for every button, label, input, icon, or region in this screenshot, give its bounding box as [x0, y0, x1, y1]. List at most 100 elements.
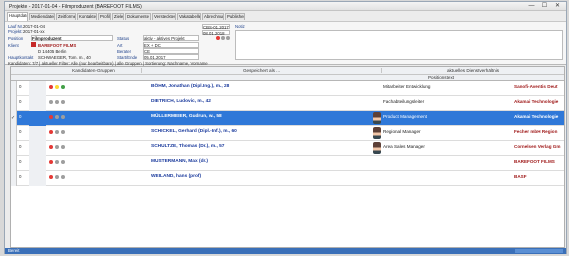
- position-text: Product Management: [383, 114, 427, 119]
- klient-label: Klient: [8, 43, 19, 48]
- tab-3[interactable]: Kontakte: [77, 13, 97, 20]
- status-cell: [29, 141, 46, 156]
- berater-label: Berater: [117, 49, 132, 54]
- klient-address: D 14405 Berlin: [38, 49, 67, 54]
- tab-4[interactable]: Profil: [98, 13, 111, 20]
- status-dot: [61, 145, 65, 149]
- hauptkontakt-label: Hauptkontakt: [8, 55, 34, 60]
- status-dot-grey: [221, 36, 225, 40]
- company-name[interactable]: BAREFOOT FILMS: [514, 159, 555, 164]
- tab-6[interactable]: Dokumente (1): [125, 13, 151, 20]
- candidate-photo: [373, 112, 381, 124]
- status-dot: [49, 145, 53, 149]
- company-name[interactable]: BASF: [514, 174, 527, 179]
- row-indicator[interactable]: [11, 171, 17, 186]
- status-dot-red: [216, 36, 220, 40]
- row-indicator[interactable]: [11, 156, 17, 171]
- status-cell: [29, 171, 46, 186]
- window-title: Projekte - 2017-01-04 - Filmproduzent (B…: [9, 4, 142, 10]
- grid-header-groups: Kandidaten-Gruppen Gespeichert als ... a…: [11, 67, 564, 75]
- position-text: Fachabteilungsleiter: [383, 99, 425, 104]
- company-name[interactable]: Akamai Technologie: [514, 99, 558, 104]
- hauptkontakt-value[interactable]: SCHWAEGER, Tom. m., 40: [38, 55, 91, 60]
- start-ende-label: Start/Ende: [117, 55, 138, 60]
- row-count: 0: [19, 174, 22, 179]
- candidate-name[interactable]: MUSTERMANN, Max (dr.): [151, 159, 208, 164]
- status-dot: [55, 115, 59, 119]
- project-header-form: Lauf Nr. 2017-01-04 Projekt: 2017-01-xx …: [5, 21, 566, 66]
- art-label: Art: [117, 43, 123, 48]
- table-row[interactable]: 0 DIETRICH, Ludovic, m., 42 Fachabteilungs…: [11, 96, 564, 111]
- date-field-1[interactable]: CBS-01.2017: [202, 24, 230, 30]
- column-positionstext[interactable]: Positionstext: [381, 75, 501, 80]
- table-row[interactable]: 0 WEILAND, hans (prof) BASF: [11, 171, 564, 186]
- status-cell: [29, 126, 46, 141]
- tab-9[interactable]: Abrechnung: [202, 13, 224, 20]
- company-name[interactable]: Akamai Technologie: [514, 114, 558, 119]
- row-indicator[interactable]: [11, 81, 17, 96]
- tab-10[interactable]: Publisher: [225, 13, 245, 20]
- row-indicator[interactable]: [11, 96, 17, 111]
- column-gespeichert-als[interactable]: Gespeichert als ...: [141, 68, 381, 73]
- tab-1[interactable]: Mediendateien: [29, 13, 55, 20]
- tab-0[interactable]: Hauptdaten: [7, 12, 28, 21]
- candidate-name[interactable]: WEILAND, hans (prof): [151, 174, 201, 179]
- status-dot: [55, 130, 59, 134]
- status-dot: [61, 115, 65, 119]
- table-row[interactable]: ✓ 0 MÜLLERMEIER, Gudrun, w., 58 Product Man…: [11, 111, 564, 126]
- tab-7[interactable]: Verstecktes: [152, 13, 176, 20]
- position-field[interactable]: Filmproduzent: [31, 35, 113, 41]
- row-count: 0: [19, 129, 22, 134]
- klient-value[interactable]: BAREFOOT FILMS: [38, 43, 76, 48]
- status-dot: [49, 175, 53, 179]
- minimize-button[interactable]: —: [525, 3, 538, 10]
- status-dot: [49, 115, 53, 119]
- status-dot: [49, 160, 53, 164]
- close-button[interactable]: ✕: [551, 3, 564, 10]
- tab-8[interactable]: Vakatabellen: [177, 13, 201, 20]
- status-dot: [55, 85, 59, 89]
- position-label: Position: [8, 36, 24, 41]
- tab-5[interactable]: Ziele: [112, 13, 124, 20]
- table-row[interactable]: 0 SCHULTZE, Thomas (Dr.), m., 57 Area Sale…: [11, 141, 564, 156]
- title-bar: Projekte - 2017-01-04 - Filmproduzent (B…: [5, 2, 566, 11]
- column-aktuelles-dienstverhaeltnis[interactable]: aktuelles Dienstverhältnis: [381, 68, 564, 73]
- candidate-name[interactable]: DIETRICH, Ludovic, m., 42: [151, 99, 211, 104]
- candidate-photo: [373, 142, 381, 154]
- company-name[interactable]: Cornelsen Verlag Gm: [514, 144, 560, 149]
- maximize-button[interactable]: ☐: [538, 3, 551, 10]
- status-cell: [29, 156, 46, 171]
- candidate-name[interactable]: SCHICKEL, Gerhard (Dipl.-Inf.), m., 60: [151, 129, 237, 134]
- status-select[interactable]: aktiv - aktives Projekt: [143, 35, 199, 41]
- company-name[interactable]: Fecher mbH Region: [514, 129, 557, 134]
- notiz-textarea[interactable]: [235, 30, 563, 60]
- status-dot: [49, 100, 53, 104]
- date-field-2[interactable]: 08.01.2018: [202, 30, 230, 36]
- status-dot: [61, 85, 65, 89]
- status-bar: Bereit: [5, 248, 566, 254]
- table-row[interactable]: 0 SCHICKEL, Gerhard (Dipl.-Inf.), m., 60 R…: [11, 126, 564, 141]
- position-text: Mitarbeiter Entwicklung: [383, 84, 431, 89]
- candidate-name[interactable]: SCHULTZE, Thomas (Dr.), m., 57: [151, 144, 224, 149]
- start-date-field[interactable]: 05.01.2017: [143, 54, 199, 60]
- table-row[interactable]: 0 BÖHM, Jonathan (Dipl.Ing.), m., 28 Mitar…: [11, 81, 564, 96]
- tab-2[interactable]: Zeitformen: [56, 13, 76, 20]
- candidate-photo: [373, 127, 381, 139]
- row-indicator[interactable]: [11, 141, 17, 156]
- status-dot: [55, 160, 59, 164]
- row-count: 0: [19, 84, 22, 89]
- position-text: Area Sales Manager: [383, 144, 425, 149]
- column-kandidaten-gruppen[interactable]: Kandidaten-Gruppen: [46, 68, 141, 73]
- table-row[interactable]: 0 MUSTERMANN, Max (dr.) BAREFOOT FILMS: [11, 156, 564, 171]
- row-indicator[interactable]: [11, 126, 17, 141]
- projekt-value: 2017-01-xx: [23, 29, 45, 34]
- status-dot: [61, 160, 65, 164]
- row-count: 0: [19, 144, 22, 149]
- candidate-name[interactable]: BÖHM, Jonathan (Dipl.Ing.), m., 28: [151, 84, 229, 89]
- status-cell: [29, 96, 46, 111]
- status-text: Bereit: [8, 248, 20, 253]
- status-dot: [49, 130, 53, 134]
- row-indicator[interactable]: ✓: [11, 111, 17, 126]
- company-name[interactable]: Sanofi-Aventis Deut: [514, 84, 557, 89]
- candidate-name[interactable]: MÜLLERMEIER, Gudrun, w., 58: [151, 114, 222, 119]
